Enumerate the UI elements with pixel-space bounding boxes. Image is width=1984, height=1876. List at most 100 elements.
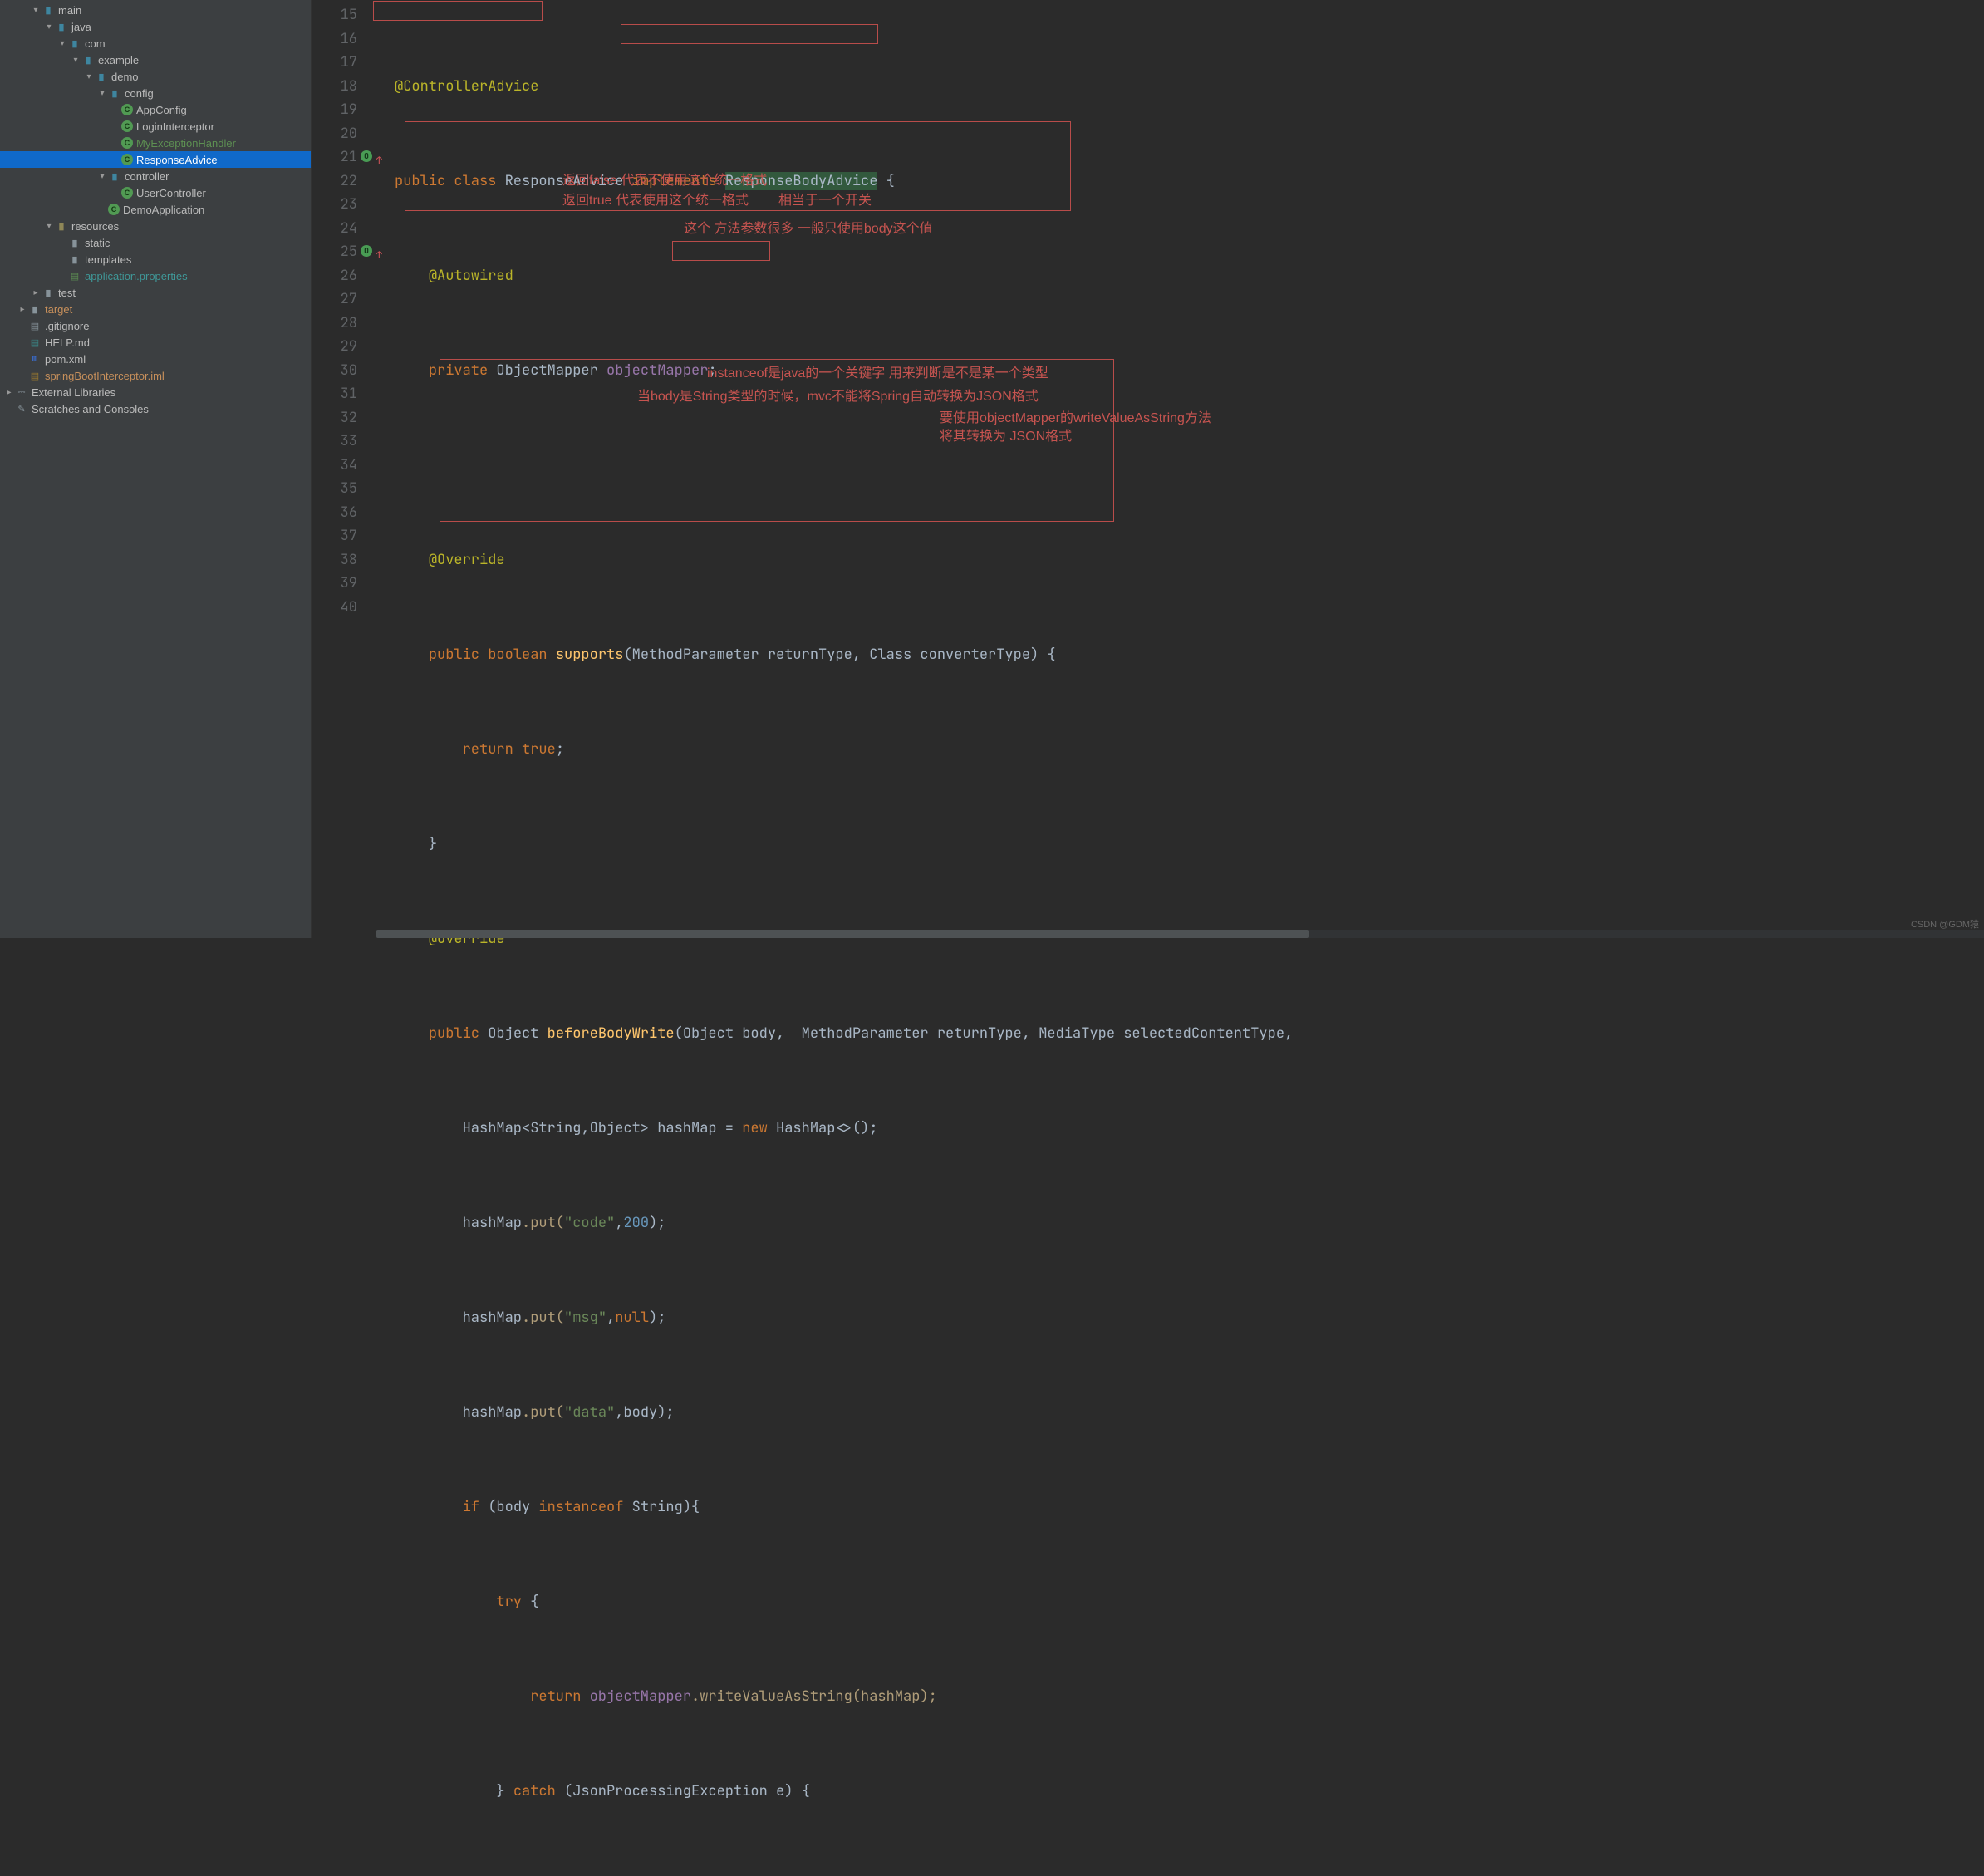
scrollbar-thumb[interactable]	[376, 930, 1309, 938]
annotation-box	[373, 1, 543, 21]
tree-item[interactable]: CUserController	[0, 184, 311, 201]
line-number: 37	[312, 524, 357, 548]
code-line: @ControllerAdvice	[395, 75, 1984, 99]
line-number: 20	[312, 122, 357, 146]
code-area[interactable]: @ControllerAdvice public class ResponseA…	[376, 0, 1984, 938]
code-line: @Override	[395, 548, 1984, 572]
tree-item-label: LoginInterceptor	[136, 120, 214, 133]
tree-item[interactable]: ▤springBootInterceptor.iml	[0, 367, 311, 384]
annotation-text: 相当于一个开关	[778, 189, 872, 214]
tree-item-label: UserController	[136, 187, 206, 199]
tree-item-label: example	[98, 54, 139, 66]
horizontal-scrollbar[interactable]	[376, 930, 1984, 938]
line-number: 40	[312, 596, 357, 620]
tree-item-label: Scratches and Consoles	[32, 403, 149, 415]
line-number: 32	[312, 406, 357, 430]
tree-item[interactable]: ▮static	[0, 234, 311, 251]
tree-item[interactable]: mpom.xml	[0, 351, 311, 367]
line-number: 29	[312, 335, 357, 359]
tree-item[interactable]: CResponseAdvice	[0, 151, 311, 168]
tree-item[interactable]: ▸▮target	[0, 301, 311, 317]
tree-item[interactable]: CLoginInterceptor	[0, 118, 311, 135]
folder-icon: ▮	[53, 219, 71, 233]
line-number: 24	[312, 217, 357, 241]
tree-item-label: MyExceptionHandler	[136, 137, 236, 150]
line-number: 35	[312, 477, 357, 501]
class-icon: C	[121, 104, 133, 115]
tree-item[interactable]: ▾▮demo	[0, 68, 311, 85]
tree-item[interactable]: ▾▮example	[0, 52, 311, 68]
annotation-text: 返回true 代表使用这个统一格式	[562, 189, 749, 214]
line-number: 34	[312, 454, 357, 478]
line-number: 31	[312, 382, 357, 406]
tree-item-label: ResponseAdvice	[136, 154, 218, 166]
tree-item[interactable]: ▮templates	[0, 251, 311, 268]
folder-icon: ▮	[40, 286, 57, 299]
tree-item[interactable]: ▤HELP.md	[0, 334, 311, 351]
library-icon: ⎓	[15, 386, 28, 399]
code-line: } catch (JsonProcessingException e) {	[395, 1780, 1984, 1804]
line-number: 30	[312, 359, 357, 383]
tree-item-label: springBootInterceptor.iml	[45, 370, 165, 382]
code-line: public Object beforeBodyWrite(Object bod…	[395, 1022, 1984, 1046]
tree-item-label: .gitignore	[45, 320, 89, 332]
code-line: }	[395, 832, 1984, 857]
line-number: 39	[312, 572, 357, 596]
tree-item[interactable]: ▸▮test	[0, 284, 311, 301]
tree-item[interactable]: CAppConfig	[0, 101, 311, 118]
code-line: return objectMapper.writeValueAsString(h…	[395, 1685, 1984, 1709]
line-number: 36	[312, 501, 357, 525]
tree-item[interactable]: ▾▮resources	[0, 218, 311, 234]
tree-item-label: External Libraries	[32, 386, 115, 399]
code-line: hashMap.put("msg",null);	[395, 1306, 1984, 1330]
line-number: 23	[312, 193, 357, 217]
code-line: e.printStackTrace();	[395, 1874, 1984, 1876]
line-number: 22	[312, 169, 357, 194]
tree-item[interactable]: ▾▮controller	[0, 168, 311, 184]
file-icon: ▤	[28, 319, 42, 332]
line-number: 15	[312, 3, 357, 27]
project-tree[interactable]: ▾▮main▾▮java▾▮com▾▮example▾▮demo▾▮config…	[0, 0, 312, 938]
tree-item[interactable]: ✎Scratches and Consoles	[0, 400, 311, 417]
class-icon: C	[121, 187, 133, 199]
tree-item[interactable]: CMyExceptionHandler	[0, 135, 311, 151]
tree-item[interactable]: ▾▮main	[0, 2, 311, 18]
tree-item[interactable]: ▾▮com	[0, 35, 311, 52]
line-number: 17	[312, 51, 357, 75]
code-editor[interactable]: 1516171819202122232425262728293031323334…	[312, 0, 1984, 938]
tree-item-label: config	[125, 87, 154, 100]
line-gutter: 1516171819202122232425262728293031323334…	[312, 0, 376, 938]
class-icon: C	[121, 120, 133, 132]
tree-item[interactable]: CDemoApplication	[0, 201, 311, 218]
folder-icon: ▮	[80, 53, 97, 66]
tree-item[interactable]: ▤ application.properties	[0, 268, 311, 284]
code-line: public boolean supports(MethodParameter …	[395, 643, 1984, 667]
code-line: if (body instanceof String){	[395, 1495, 1984, 1520]
tree-item[interactable]: ▾▮java	[0, 18, 311, 35]
folder-icon: ▮	[106, 169, 124, 183]
tree-item-label: application.properties	[85, 270, 188, 282]
line-number: 27	[312, 287, 357, 312]
tree-item-label: DemoApplication	[123, 204, 204, 216]
folder-icon: ▮	[66, 253, 84, 266]
folder-icon: ▮	[93, 70, 110, 83]
code-line: hashMap.put("code",200);	[395, 1211, 1984, 1235]
tree-item[interactable]: ▤.gitignore	[0, 317, 311, 334]
code-line: private ObjectMapper objectMapper;	[395, 359, 1984, 383]
tree-item-label: HELP.md	[45, 336, 90, 349]
tree-item[interactable]: ▾▮config	[0, 85, 311, 101]
tree-item-label: templates	[85, 253, 131, 266]
file-icon: ▤	[68, 269, 81, 282]
tree-item[interactable]: ▸⎓ External Libraries	[0, 384, 311, 400]
chevron-right-icon[interactable]: ▸	[3, 388, 15, 397]
code-line: return true;	[395, 738, 1984, 762]
class-icon: C	[121, 137, 133, 149]
code-line	[395, 454, 1984, 478]
tree-item-label: pom.xml	[45, 353, 86, 366]
folder-icon: ▮	[66, 37, 84, 50]
file-icon: m	[28, 352, 42, 366]
annotation-text: 要使用objectMapper的writeValueAsString方法	[940, 407, 1211, 431]
annotation-text: 当body是String类型的时候，mvc不能将Spring自动转换为JSON格…	[637, 386, 1039, 410]
line-number: 25	[312, 240, 357, 264]
tree-item-label: com	[85, 37, 106, 50]
